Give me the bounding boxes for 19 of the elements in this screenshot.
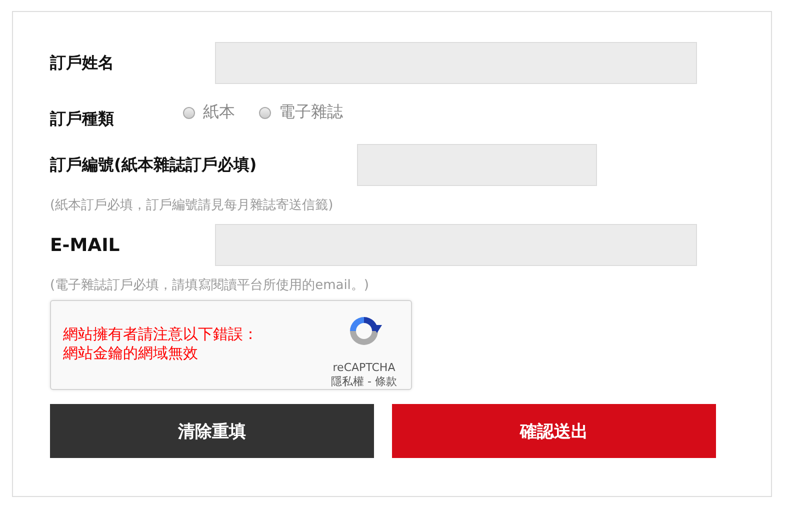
brand-text: reCAPTCHA [332, 361, 396, 374]
reset-button[interactable]: 清除重填 [50, 404, 374, 458]
error-text: 網站金鑰的網域無效 [63, 344, 199, 363]
privacy-terms-link[interactable]: 隱私權 - 條款 [331, 374, 397, 389]
submit-button[interactable]: 確認送出 [392, 404, 716, 458]
field-label: 訂戶種類 [50, 109, 115, 130]
field-label: 訂戶編號(紙本雜誌訂戶必填) [50, 154, 257, 176]
hint-text: (紙本訂戶必填，訂戶編號請見每月雜誌寄送信籤) [50, 197, 334, 214]
field-label: E-MAIL [50, 234, 121, 256]
hint-text: (電子雜誌訂戶必填，請填寫閱讀平台所使用的email。) [50, 277, 370, 294]
radio-icon[interactable] [183, 106, 195, 118]
error-text: 網站擁有者請注意以下錯誤： [63, 325, 258, 344]
radio-option[interactable]: 電子雜誌 [259, 102, 343, 123]
input-field[interactable] [215, 224, 697, 266]
radio-option[interactable]: 紙本 [183, 102, 235, 123]
input-field[interactable] [215, 42, 697, 84]
field-label: 訂戶姓名 [50, 52, 115, 74]
radio-icon[interactable] [259, 106, 271, 118]
input-field[interactable] [356, 144, 597, 186]
